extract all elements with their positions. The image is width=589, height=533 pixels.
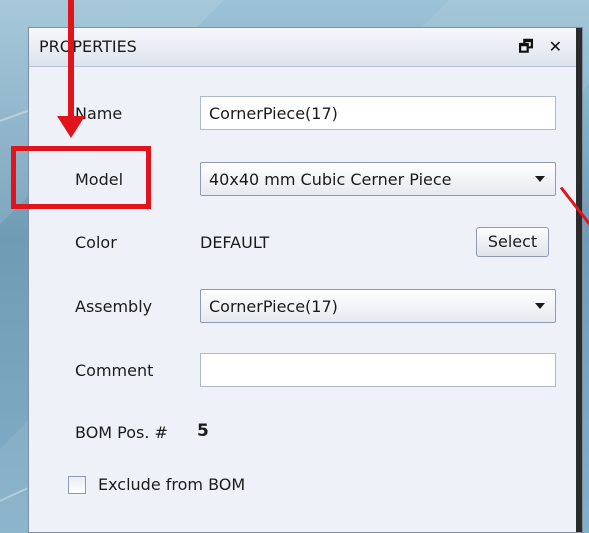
assembly-label: Assembly: [75, 297, 153, 316]
bom-label: BOM Pos. #: [75, 423, 168, 442]
exclude-label: Exclude from BOM: [98, 475, 246, 494]
color-select-button[interactable]: Select: [476, 227, 549, 257]
panel-titlebar: PROPERTIES 🗗 ✕: [29, 28, 576, 67]
color-value: DEFAULT: [200, 233, 270, 252]
annotation-arrow: [68, 0, 74, 122]
comment-field[interactable]: [200, 353, 556, 387]
color-label: Color: [75, 233, 117, 252]
restore-icon[interactable]: 🗗: [518, 37, 533, 56]
chevron-down-icon: [535, 303, 545, 309]
model-dropdown[interactable]: 40x40 mm Cubic Cerner Piece: [200, 162, 556, 196]
panel-title: PROPERTIES: [39, 37, 137, 56]
assembly-dropdown[interactable]: CornerPiece(17): [200, 289, 556, 323]
assembly-dropdown-value: CornerPiece(17): [209, 297, 338, 316]
chevron-down-icon: [535, 176, 545, 182]
comment-label: Comment: [75, 361, 154, 380]
panel-edge: [576, 28, 582, 532]
exclude-checkbox[interactable]: [68, 476, 86, 494]
close-icon[interactable]: ✕: [549, 37, 562, 56]
model-dropdown-value: 40x40 mm Cubic Cerner Piece: [209, 170, 452, 189]
annotation-highlight-box: [11, 146, 151, 209]
bom-value: 5: [197, 421, 209, 441]
name-field[interactable]: CornerPiece(17): [200, 96, 556, 130]
annotation-arrow-head: [57, 116, 85, 138]
